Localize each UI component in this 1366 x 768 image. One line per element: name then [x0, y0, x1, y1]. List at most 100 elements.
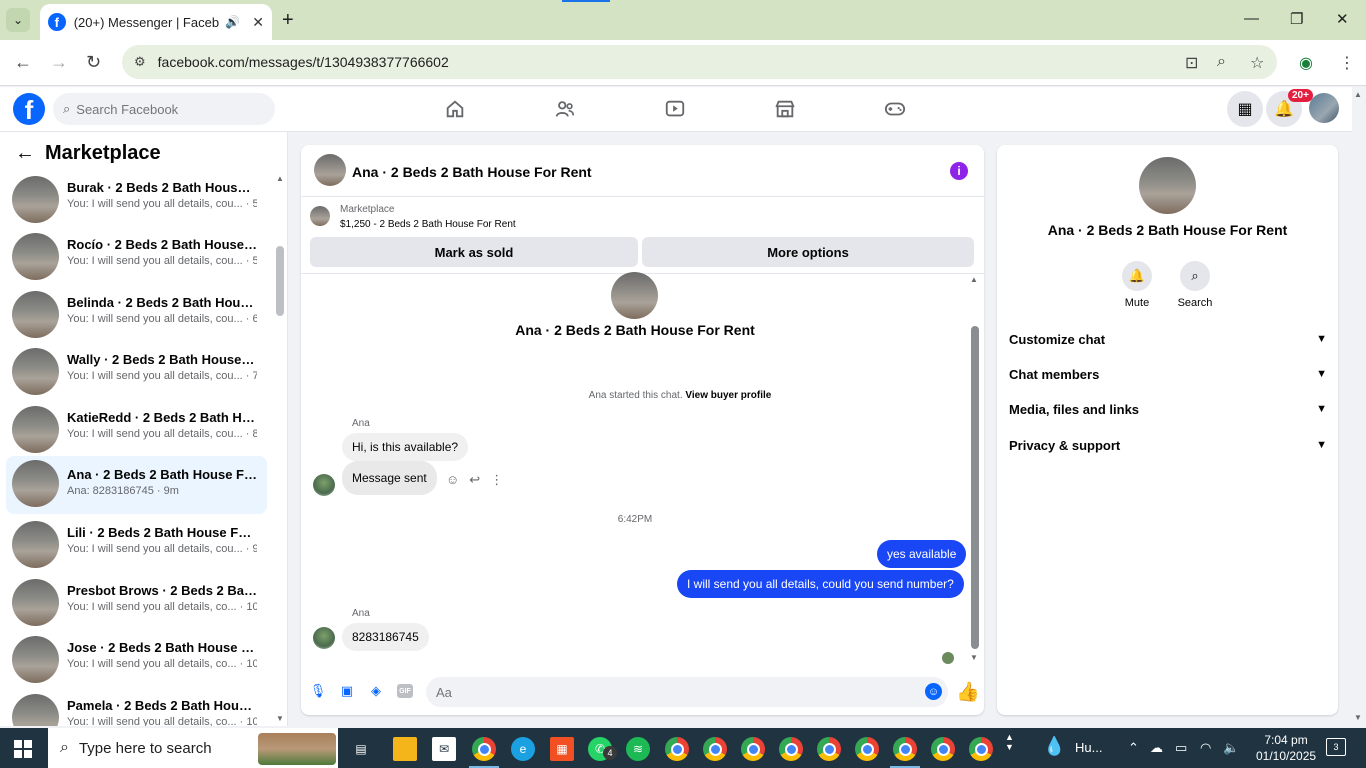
chrome-icon[interactable] — [703, 737, 727, 761]
browser-menu-icon[interactable]: ⋮ — [1339, 53, 1355, 73]
omnibox[interactable]: ⚙ facebook.com/messages/t/13049383777666… — [122, 45, 1277, 79]
like-icon[interactable]: 👍 — [956, 680, 980, 704]
weather-icon[interactable]: 💧 — [1043, 736, 1065, 757]
photo-icon[interactable]: ▣ — [338, 682, 356, 700]
react-emoji-icon[interactable]: ☺ — [446, 472, 459, 488]
conversation-item[interactable]: Lili · 2 Beds 2 Bath House For R... You:… — [6, 517, 267, 573]
store-icon[interactable]: ▦ — [550, 737, 574, 761]
volume-icon[interactable]: 🔈 — [1223, 740, 1239, 756]
mute-button[interactable]: 🔔 Mute — [1112, 261, 1162, 309]
battery-icon[interactable]: ▭ — [1175, 740, 1187, 756]
conversation-item[interactable]: Jose · 2 Beds 2 Bath House For ... You: … — [6, 632, 267, 688]
chrome-icon[interactable] — [931, 737, 955, 761]
chat-header-title[interactable]: Ana · 2 Beds 2 Bath House For Rent — [352, 164, 592, 180]
speaker-icon[interactable]: 🔊 — [225, 15, 240, 29]
wifi-icon[interactable]: ◠ — [1200, 740, 1211, 756]
outgoing-message[interactable]: yes available — [877, 540, 967, 568]
marketplace-icon[interactable] — [765, 95, 805, 123]
browser-tab-messenger[interactable]: f (20+) Messenger | Facebook 🔊 ✕ — [40, 4, 272, 40]
mark-as-sold-button[interactable]: Mark as sold — [310, 237, 638, 267]
edge-icon[interactable]: e — [511, 737, 535, 761]
message-input[interactable] — [426, 677, 948, 707]
chat-header-avatar[interactable] — [314, 154, 346, 186]
reload-icon[interactable]: ↻ — [86, 52, 101, 73]
back-arrow-icon[interactable]: ← — [15, 142, 35, 165]
facebook-search-input[interactable] — [76, 101, 257, 117]
mail-icon[interactable]: ✉ — [432, 737, 456, 761]
chat-members-row[interactable]: Chat members ▼ — [1009, 364, 1327, 384]
taskbar-clock[interactable]: 7:04 pm 01/10/2025 — [1256, 732, 1316, 764]
conversation-item[interactable]: Belinda · 2 Beds 2 Bath House F... You: … — [6, 287, 267, 343]
onedrive-icon[interactable]: ☁ — [1150, 740, 1163, 756]
sidebar-scroll-down-icon[interactable]: ▼ — [276, 714, 284, 723]
page-scroll-up-icon[interactable]: ▲ — [1354, 90, 1362, 99]
thread-scroll-down-icon[interactable]: ▼ — [970, 653, 978, 662]
thread-scrollbar[interactable] — [971, 326, 979, 649]
menu-grid-icon[interactable]: ▦ — [1227, 91, 1263, 127]
close-window-icon[interactable]: ✕ — [1336, 10, 1349, 28]
conversation-item[interactable]: KatieRedd · 2 Beds 2 Bath Hous... You: I… — [6, 402, 267, 458]
outgoing-message[interactable]: I will send you all details, could you s… — [677, 570, 964, 598]
conversation-item[interactable]: Rocío · 2 Beds 2 Bath House For... You: … — [6, 229, 267, 285]
details-avatar[interactable] — [1139, 157, 1196, 214]
conversation-item[interactable]: Burak · 2 Beds 2 Bath House For... You: … — [6, 172, 267, 228]
customize-chat-row[interactable]: Customize chat ▼ — [1009, 329, 1327, 349]
restore-icon[interactable]: ❐ — [1290, 10, 1303, 28]
home-icon[interactable] — [435, 95, 475, 123]
friends-icon[interactable] — [545, 95, 585, 123]
page-scroll-down-icon[interactable]: ▼ — [1354, 713, 1362, 722]
reply-icon[interactable]: ↩ — [469, 472, 480, 488]
file-explorer-icon[interactable] — [393, 737, 417, 761]
incoming-message[interactable]: 8283186745 — [342, 623, 429, 651]
bookmark-star-icon[interactable]: ☆ — [1250, 53, 1264, 73]
facebook-search[interactable]: ⌕ — [53, 93, 275, 125]
taskbar-scroll-icon[interactable]: ▲ ▼ — [1005, 732, 1014, 752]
spotify-icon[interactable]: ≋ — [626, 737, 650, 761]
privacy-support-row[interactable]: Privacy & support ▼ — [1009, 435, 1327, 455]
thread-scroll-up-icon[interactable]: ▲ — [970, 275, 978, 284]
listing-thumbnail[interactable] — [310, 206, 330, 226]
microphone-icon[interactable]: 🎙 — [309, 682, 327, 700]
sender-avatar[interactable] — [313, 474, 335, 496]
show-hidden-icons-icon[interactable]: ⌃ — [1128, 740, 1139, 756]
incoming-message[interactable]: Hi, is this available? — [342, 433, 469, 461]
chrome-icon[interactable] — [741, 737, 765, 761]
profile-icon[interactable]: ◉ — [1299, 53, 1313, 73]
windows-start-icon[interactable] — [14, 740, 32, 758]
close-tab-icon[interactable]: ✕ — [252, 14, 264, 31]
chrome-icon[interactable] — [472, 737, 496, 761]
search-highlight-image[interactable] — [258, 733, 336, 765]
sticker-icon[interactable]: ◈ — [367, 682, 385, 700]
conversation-item[interactable]: Presbot Brows · 2 Beds 2 Bath H... You: … — [6, 575, 267, 631]
site-settings-icon[interactable]: ⚙ — [134, 54, 146, 70]
incoming-message[interactable]: Message sent — [342, 461, 437, 495]
minimize-icon[interactable]: — — [1244, 10, 1259, 27]
media-files-links-row[interactable]: Media, files and links ▼ — [1009, 399, 1327, 419]
conversation-item-active[interactable]: Ana · 2 Beds 2 Bath House For ... Ana: 8… — [6, 456, 267, 514]
account-avatar[interactable] — [1309, 93, 1339, 123]
more-options-button[interactable]: More options — [642, 237, 974, 267]
gaming-icon[interactable] — [875, 95, 915, 123]
task-view-icon[interactable]: ▤ — [349, 737, 373, 761]
video-icon[interactable] — [655, 95, 695, 123]
back-icon[interactable]: ← — [14, 52, 32, 73]
weather-text[interactable]: Hu... — [1075, 740, 1102, 755]
chrome-icon[interactable] — [855, 737, 879, 761]
chrome-icon[interactable] — [779, 737, 803, 761]
info-icon[interactable]: i — [950, 162, 968, 180]
sender-avatar[interactable] — [313, 627, 335, 649]
tab-search-icon[interactable]: ⌄ — [6, 8, 30, 32]
view-buyer-profile-link[interactable]: View buyer profile — [685, 390, 771, 401]
sidebar-scrollbar[interactable] — [276, 246, 284, 316]
zoom-icon[interactable]: ⌕ — [1217, 53, 1226, 71]
new-tab-icon[interactable]: + — [282, 8, 294, 32]
facebook-logo-icon[interactable]: f — [13, 93, 45, 125]
chrome-icon[interactable] — [665, 737, 689, 761]
sidebar-scroll-up-icon[interactable]: ▲ — [276, 174, 284, 183]
emoji-icon[interactable]: ☺ — [925, 683, 942, 700]
more-actions-icon[interactable]: ⋮ — [490, 472, 503, 488]
listing-title[interactable]: $1,250 - 2 Beds 2 Bath House For Rent — [340, 219, 516, 230]
notification-center-icon[interactable]: 3 — [1326, 738, 1346, 756]
chrome-icon[interactable] — [817, 737, 841, 761]
conversation-item[interactable]: Wally · 2 Beds 2 Bath House For... You: … — [6, 344, 267, 400]
